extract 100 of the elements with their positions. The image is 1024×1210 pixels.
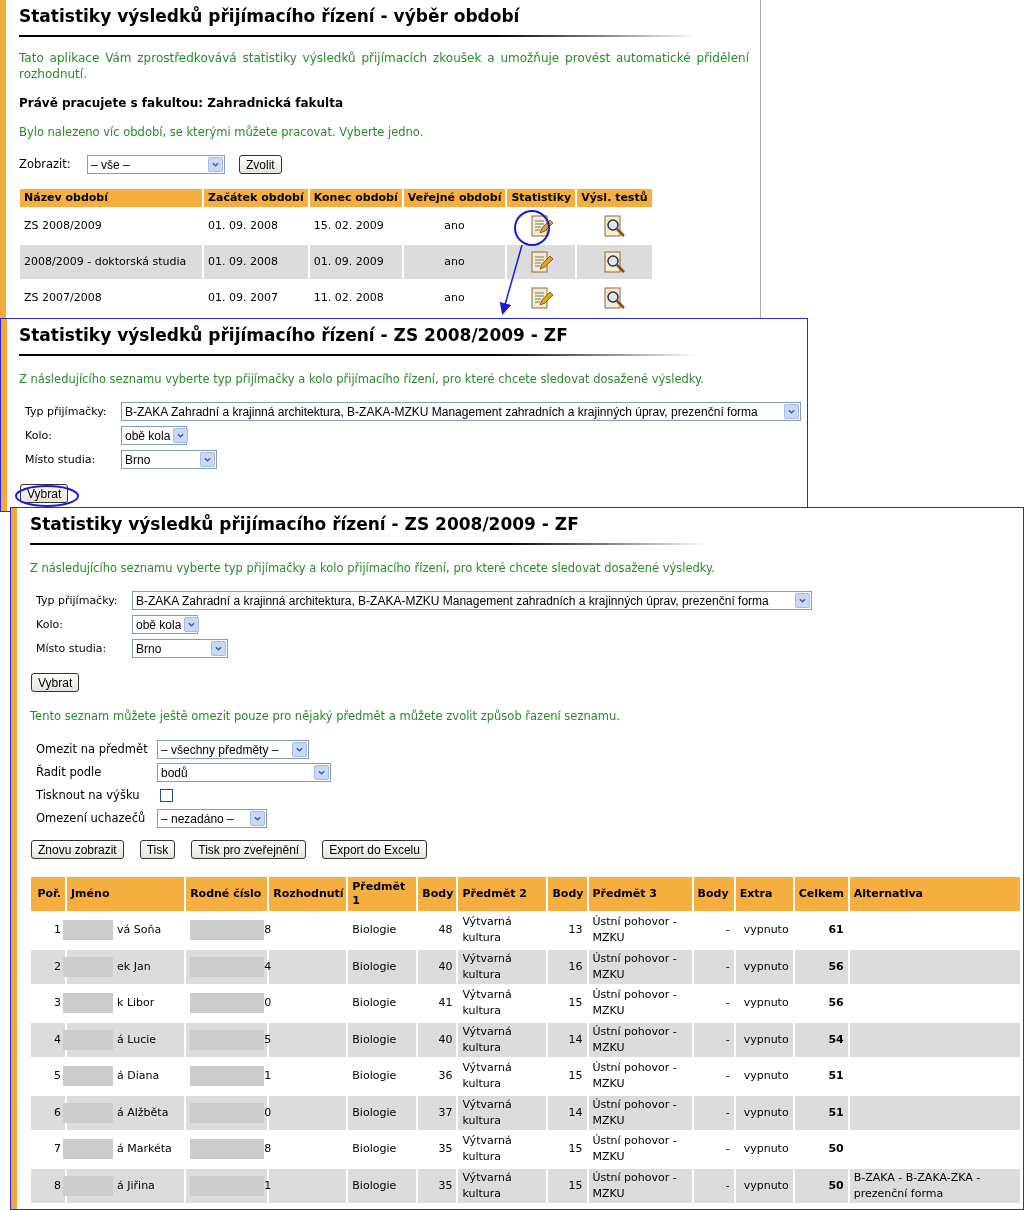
table-cell: 01. 09. 2008 [204, 245, 308, 280]
column-header: Statistiky [507, 189, 576, 208]
select-field[interactable]: Brno [121, 450, 217, 470]
cell-text: á Jiřina [117, 1177, 156, 1194]
cell-text: á Lucie [117, 1031, 158, 1048]
column-header: Extra [735, 877, 793, 911]
column-header: Rodné číslo [186, 877, 268, 911]
table-cell: 01. 09. 2009 [309, 245, 402, 280]
redaction-block [63, 1102, 114, 1123]
cell-text: k Libor [117, 995, 156, 1012]
select-field[interactable]: – všechny předměty – [157, 740, 309, 759]
table-cell: Biologie [348, 949, 417, 984]
table-cell: Ústní pohovor - MZKU [588, 949, 692, 984]
table-cell: - [693, 1022, 734, 1057]
action-button[interactable]: Export do Excelu [322, 840, 427, 859]
table-cell: 2 [31, 949, 66, 984]
table-cell: 4 [31, 1022, 66, 1057]
table-cell: 40 [418, 949, 457, 984]
column-header: Výsl. testů [577, 189, 652, 208]
table-cell: B-ZAKA - B-ZAKA-ZKA - prezenční forma [849, 1168, 1020, 1203]
highlight-circle [514, 210, 550, 246]
column-header: Konec období [309, 189, 402, 208]
table-cell: 56 [794, 949, 848, 984]
table-cell: Biologie [348, 1168, 417, 1203]
redaction-block [63, 920, 114, 941]
table-cell: 37 [418, 1095, 457, 1130]
action-button[interactable]: Znovu zobrazit [31, 840, 124, 859]
table-cell: - [693, 1095, 734, 1130]
table-cell: Výtvarná kultura [458, 949, 547, 984]
info-text: Bylo nalezeno víc období, se kterými můžete pracovat. Vyberte jedno. [19, 124, 425, 141]
table-cell: Výtvarná kultura [458, 1022, 547, 1057]
column-header: Body [548, 877, 587, 911]
select-field[interactable]: B-ZAKA Zahradní a krajinná architektura, B-ZAKA-MZKU Management zahradních a krajinných úprav, prezenční forma [121, 402, 801, 422]
search-document-icon[interactable] [602, 214, 627, 239]
checkbox[interactable] [160, 789, 173, 802]
column-header: Jméno [67, 877, 185, 911]
choose-button[interactable]: Zvolit [239, 155, 282, 175]
select-field[interactable]: – nezadáno – [157, 809, 267, 828]
faculty-text: Právě pracujete s fakultou: Zahradnická fakulta [19, 95, 345, 112]
select-button[interactable]: Vybrat [31, 673, 80, 693]
column-header: Rozhodnutí [269, 877, 347, 911]
select-field[interactable]: obě kola [132, 615, 198, 635]
table-cell: vypnuto [735, 1022, 793, 1057]
column-header: Veřejné období [403, 189, 506, 208]
column-header: Body [693, 877, 734, 911]
table-cell: Biologie [348, 1022, 417, 1057]
table-cell: 2008/2009 - doktorská studia [20, 245, 202, 280]
option-label: Omezení uchazečů [36, 809, 147, 827]
table-cell: Ústní pohovor - MZKU [588, 1022, 692, 1057]
table-cell: 51 [794, 1095, 848, 1130]
search-document-icon[interactable] [602, 286, 627, 311]
cell-text: 8 [264, 922, 273, 939]
select-field[interactable]: – vše – [87, 155, 225, 175]
field-label: Místo studia: [36, 640, 108, 657]
filter-intro-text: Tento seznam můžete ještě omezit pouze pro nějaký předmět a můžete zvolit způsob řazení seznamu. [30, 707, 621, 725]
action-button[interactable]: Tisk [139, 840, 176, 859]
table-cell: 8 [31, 1168, 66, 1203]
table-cell: - [693, 949, 734, 984]
page-title: Statistiky výsledků přijímacího řízení - ZS 2008/2009 - ZF [19, 324, 569, 346]
table-cell: 14 [548, 1095, 587, 1130]
table-cell: 40 [418, 1022, 457, 1057]
action-button[interactable]: Tisk pro zveřejnění [191, 840, 307, 859]
redaction-block [63, 1175, 114, 1196]
table-cell: Výtvarná kultura [458, 1095, 547, 1130]
column-header: Body [418, 877, 457, 911]
table-cell: Výtvarná kultura [458, 1168, 547, 1203]
table-cell: vypnuto [735, 949, 793, 984]
table-cell: 6 [31, 1095, 66, 1130]
table-cell: ano [403, 245, 506, 280]
edit-document-icon[interactable] [529, 250, 554, 275]
column-header: Předmět 1 [348, 877, 417, 911]
table-cell: 50 [794, 1168, 848, 1203]
table-cell: 54 [794, 1022, 848, 1057]
select-field[interactable]: B-ZAKA Zahradní a krajinná architektura, B-ZAKA-MZKU Management zahradních a krajinných úprav, prezenční forma [132, 591, 812, 611]
page-title: Statistiky výsledků přijímacího řízení - ZS 2008/2009 - ZF [30, 513, 580, 535]
cell-text: 4 [264, 958, 273, 975]
intro-text: Tato aplikace Vám zprostředkovává statistiky výsledků přijímacích zkoušek a umožňuje provést automatické přidělení rozhodnutí. [19, 50, 749, 82]
edit-document-icon[interactable] [529, 286, 554, 311]
table-cell: - [693, 1168, 734, 1203]
select-field[interactable]: obě kola [121, 426, 187, 446]
column-header: Alternativa [849, 877, 1020, 911]
cell-text: vá Soňa [117, 922, 163, 939]
redaction-block [63, 1066, 114, 1087]
field-label: Kolo: [25, 427, 53, 444]
highlight-ellipse [15, 485, 79, 507]
column-header: Celkem [794, 877, 848, 911]
option-label: Řadit podle [36, 763, 103, 781]
select-field[interactable]: bodů [157, 763, 331, 782]
select-field[interactable]: Brno [132, 639, 228, 659]
table-cell: Ústní pohovor - MZKU [588, 1095, 692, 1130]
option-label: Omezit na předmět [36, 740, 149, 758]
table-cell: Ústní pohovor - MZKU [588, 1168, 692, 1203]
edit-document-icon[interactable] [529, 214, 554, 239]
column-header: Poř. [31, 877, 66, 911]
field-label: Kolo: [36, 616, 64, 633]
field-label: Typ přijímačky: [36, 592, 119, 609]
table-cell: vypnuto [735, 1095, 793, 1130]
search-document-icon[interactable] [602, 250, 627, 275]
intro-text: Z následujícího seznamu vyberte typ přijímačky a kolo přijímacího řízení, pro které chcete sledovat dosažené výsledky. [30, 560, 716, 577]
redaction-block [63, 993, 114, 1014]
